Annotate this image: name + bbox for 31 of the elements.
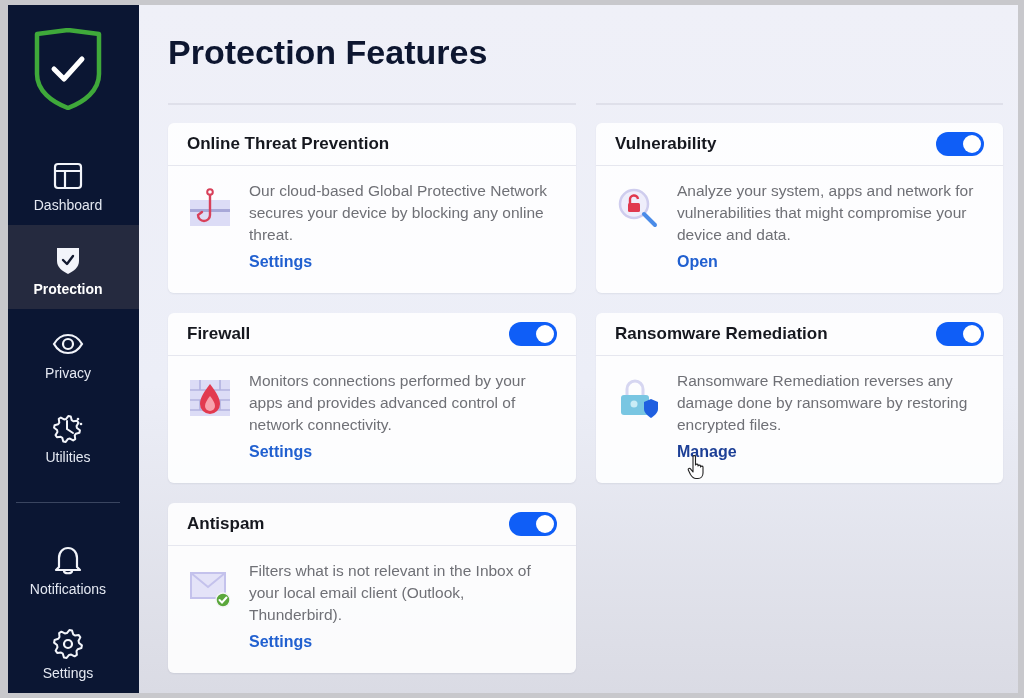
card-title: Vulnerability	[615, 134, 717, 154]
sidebar-item[interactable]: Notifications	[8, 525, 139, 609]
card-title: Ransomware Remediation	[615, 324, 828, 344]
sidebar-item[interactable]: Dashboard	[8, 141, 139, 225]
card-description: Analyze your system, apps and network for vulnerabilities that might compromise your device and data.	[677, 181, 975, 245]
hook-icon	[190, 188, 230, 228]
card-title: Antispam	[187, 514, 265, 534]
card-description: Ransomware Remediation reverses any damage done by ransomware by restoring encrypted files.	[677, 371, 969, 435]
flame-wall-icon	[190, 378, 230, 418]
card-description: Our cloud-based Global Protective Network secures your device by blocking any online threat.	[249, 181, 549, 245]
settings-icon	[52, 627, 84, 660]
magnifier-padlock-icon	[618, 188, 658, 228]
card-description: Monitors connections performed by your apps and provides advanced control of network connectivity.	[249, 371, 527, 435]
sidebar-item[interactable]: Settings	[8, 609, 139, 693]
sidebar-item[interactable]: Privacy	[8, 309, 139, 393]
toggle-switch[interactable]	[509, 322, 557, 346]
sidebar-item[interactable]: Protection	[8, 225, 139, 309]
action-link[interactable]: Settings	[249, 632, 313, 652]
toggle-switch[interactable]	[936, 132, 984, 156]
page-title: Protection Features	[168, 32, 488, 72]
padlock-shield-icon	[618, 378, 658, 418]
action-link[interactable]: Open	[677, 252, 718, 272]
action-link[interactable]: Settings	[249, 442, 313, 462]
action-link[interactable]: Manage	[677, 442, 737, 462]
toggle-switch[interactable]	[509, 512, 557, 536]
action-link[interactable]: Settings	[249, 252, 313, 272]
sidebar-item[interactable]: Utilities	[8, 393, 139, 477]
toggle-switch[interactable]	[936, 322, 984, 346]
card-description: Filters what is not relevant in the Inbox of your local email client (Outlook, Thunderbird).	[249, 561, 532, 625]
card-title: Firewall	[187, 324, 251, 344]
card-title: Online Threat Prevention	[187, 134, 390, 154]
